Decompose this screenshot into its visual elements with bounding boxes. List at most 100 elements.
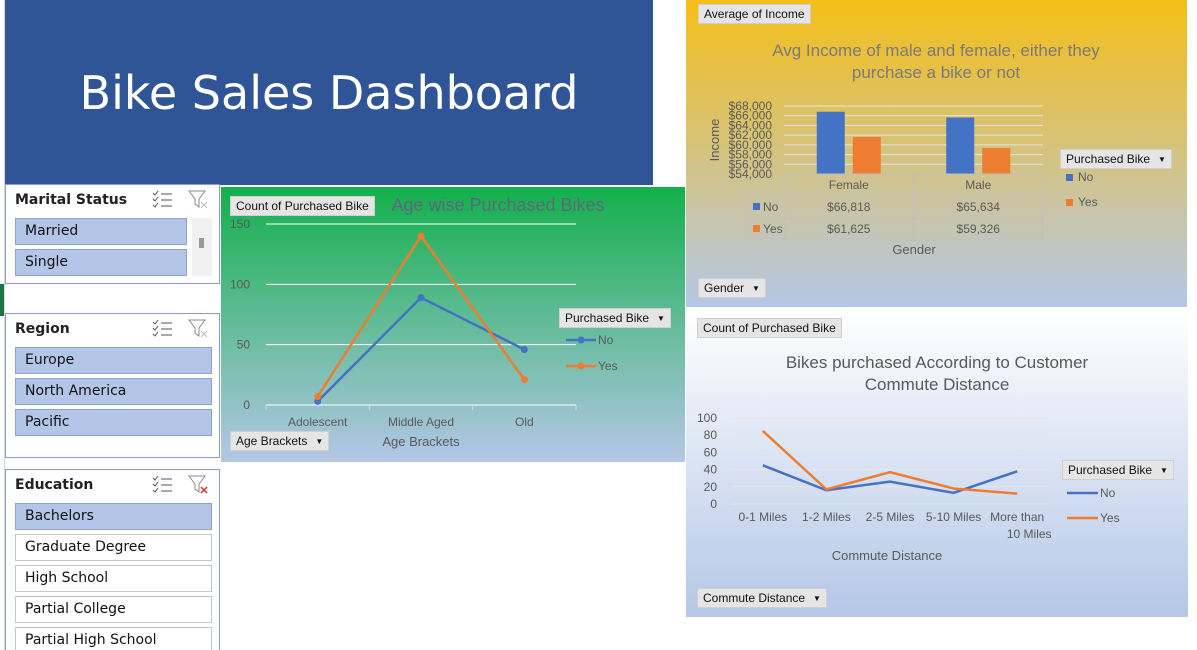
clear-filter-icon[interactable] bbox=[187, 318, 209, 338]
legend-marker bbox=[577, 362, 585, 370]
axis-field-button[interactable]: Gender ▼ bbox=[698, 278, 766, 298]
table-cell: $65,634 bbox=[957, 200, 1001, 214]
data-point bbox=[520, 345, 528, 353]
slicer-marital-status[interactable]: Marital Status Married Single bbox=[5, 184, 220, 284]
y-tick-label: 150 bbox=[230, 217, 250, 231]
legend-field-button[interactable]: Purchased Bike ▼ bbox=[1062, 460, 1174, 480]
data-point bbox=[417, 232, 425, 240]
axis-field-button[interactable]: Commute Distance ▼ bbox=[697, 588, 827, 608]
legend-label: No bbox=[598, 333, 614, 347]
y-tick-label: 100 bbox=[697, 411, 717, 425]
value-field-button[interactable]: Average of Income bbox=[698, 4, 811, 24]
table-row-label: No bbox=[763, 200, 779, 214]
legend-label: Yes bbox=[1078, 195, 1098, 209]
y-tick-label: 0 bbox=[243, 398, 250, 412]
x-tick-label: More than bbox=[990, 510, 1044, 524]
y-tick-label: 50 bbox=[237, 338, 251, 352]
axis-field-label: Commute Distance bbox=[703, 591, 806, 605]
legend-field-button[interactable]: Purchased Bike ▼ bbox=[1060, 149, 1172, 169]
axis-field-label: Gender bbox=[704, 281, 745, 295]
dropdown-icon: ▼ bbox=[1158, 155, 1166, 165]
bar-no bbox=[946, 117, 975, 174]
slicer-item[interactable]: Graduate Degree bbox=[15, 534, 212, 561]
chart-age-panel[interactable]: Age wise Purchased Bikes 0 50 100 150 Adolesc… bbox=[221, 187, 685, 462]
table-header: Female bbox=[829, 178, 869, 192]
value-field-button[interactable]: Count of Purchased Bike bbox=[697, 318, 842, 338]
axis-field-button[interactable]: Age Brackets ▼ bbox=[230, 431, 330, 451]
data-point bbox=[417, 294, 425, 302]
chart-title: Age wise Purchased Bikes bbox=[391, 195, 604, 215]
legend-label: Yes bbox=[1100, 511, 1120, 525]
legend-field-label: Purchased Bike bbox=[1066, 152, 1151, 166]
title-banner: Bike Sales Dashboard bbox=[5, 0, 653, 185]
slicer-item[interactable]: North America bbox=[15, 378, 212, 405]
clear-filter-icon[interactable] bbox=[187, 474, 209, 494]
x-tick-label: 1-2 Miles bbox=[802, 510, 851, 524]
slicer-item[interactable]: Single bbox=[15, 249, 187, 276]
legend-swatch bbox=[1066, 174, 1073, 181]
x-tick-label: Middle Aged bbox=[388, 415, 454, 429]
slicer-region[interactable]: Region Europe North America Pacific bbox=[5, 313, 220, 458]
x-axis-label: Age Brackets bbox=[382, 434, 460, 449]
y-tick-label: 0 bbox=[710, 497, 717, 511]
multi-select-icon[interactable] bbox=[151, 318, 173, 338]
slicer-scrollbar[interactable] bbox=[192, 218, 212, 276]
bar-yes bbox=[852, 136, 881, 174]
chart-title: Bikes purchased According to Customer Com… bbox=[786, 353, 1089, 394]
data-point bbox=[520, 376, 528, 384]
dropdown-icon: ▼ bbox=[657, 314, 665, 324]
slicer-item[interactable]: Married bbox=[15, 218, 187, 245]
y-tick-label: 100 bbox=[230, 277, 250, 291]
bar-no bbox=[816, 111, 845, 174]
slicer-item[interactable]: High School bbox=[15, 565, 212, 592]
slicer-education[interactable]: Education Bachelors Graduate Degree High… bbox=[5, 469, 220, 650]
x-axis-label: Gender bbox=[892, 242, 936, 257]
table-header: Male bbox=[965, 178, 991, 192]
slicer-item[interactable]: Europe bbox=[15, 347, 212, 374]
y-tick-label: 80 bbox=[704, 428, 718, 442]
bar-yes bbox=[982, 148, 1011, 174]
multi-select-icon[interactable] bbox=[151, 474, 173, 494]
slicer-item[interactable]: Bachelors bbox=[15, 503, 212, 530]
legend-field-label: Purchased Bike bbox=[565, 311, 650, 325]
legend-swatch bbox=[1066, 199, 1073, 206]
multi-select-icon[interactable] bbox=[151, 189, 173, 209]
dropdown-icon: ▼ bbox=[315, 437, 324, 447]
x-axis-label: Commute Distance bbox=[832, 548, 943, 563]
x-tick-label: 0-1 Miles bbox=[738, 510, 787, 524]
y-axis-label: Income bbox=[707, 119, 722, 162]
slicer-item[interactable]: Partial College bbox=[15, 596, 212, 623]
table-row-label: Yes bbox=[763, 222, 783, 236]
table-legend-key bbox=[753, 225, 760, 232]
legend-field-label: Purchased Bike bbox=[1068, 463, 1153, 477]
x-tick-label: Old bbox=[515, 415, 534, 429]
chart-income-panel[interactable]: Avg Income of male and female, either th… bbox=[686, 0, 1187, 307]
legend-label: No bbox=[1100, 486, 1116, 500]
selected-cell-indicator bbox=[0, 284, 4, 316]
dropdown-icon: ▼ bbox=[752, 284, 760, 294]
data-point bbox=[314, 393, 322, 401]
x-tick-label: 10 Miles bbox=[1007, 527, 1052, 541]
x-tick-label: 2-5 Miles bbox=[866, 510, 915, 524]
clear-filter-icon[interactable] bbox=[187, 189, 209, 209]
table-cell: $59,326 bbox=[957, 222, 1001, 236]
series-line-yes bbox=[316, 233, 526, 398]
legend-marker bbox=[577, 336, 585, 344]
dropdown-icon: ▼ bbox=[813, 594, 821, 604]
scrollbar-thumb[interactable] bbox=[199, 238, 204, 248]
legend-field-button[interactable]: Purchased Bike ▼ bbox=[559, 308, 671, 328]
chart-commute-panel[interactable]: Bikes purchased According to Customer Com… bbox=[686, 309, 1188, 617]
table-cell: $61,625 bbox=[827, 222, 871, 236]
value-field-button[interactable]: Count of Purchased Bike bbox=[230, 196, 375, 216]
slicer-item[interactable]: Pacific bbox=[15, 409, 212, 436]
axis-field-label: Age Brackets bbox=[236, 434, 308, 448]
y-tick-label: 20 bbox=[704, 480, 718, 494]
table-legend-key bbox=[753, 203, 760, 210]
legend-label: Yes bbox=[598, 359, 618, 373]
legend-label: No bbox=[1078, 170, 1094, 184]
slicer-item[interactable]: Partial High School bbox=[15, 627, 212, 650]
y-tick-label: $68,000 bbox=[729, 99, 773, 113]
table-cell: $66,818 bbox=[827, 200, 871, 214]
chart-title: Avg Income of male and female, either th… bbox=[772, 41, 1100, 82]
dropdown-icon: ▼ bbox=[1160, 466, 1168, 476]
